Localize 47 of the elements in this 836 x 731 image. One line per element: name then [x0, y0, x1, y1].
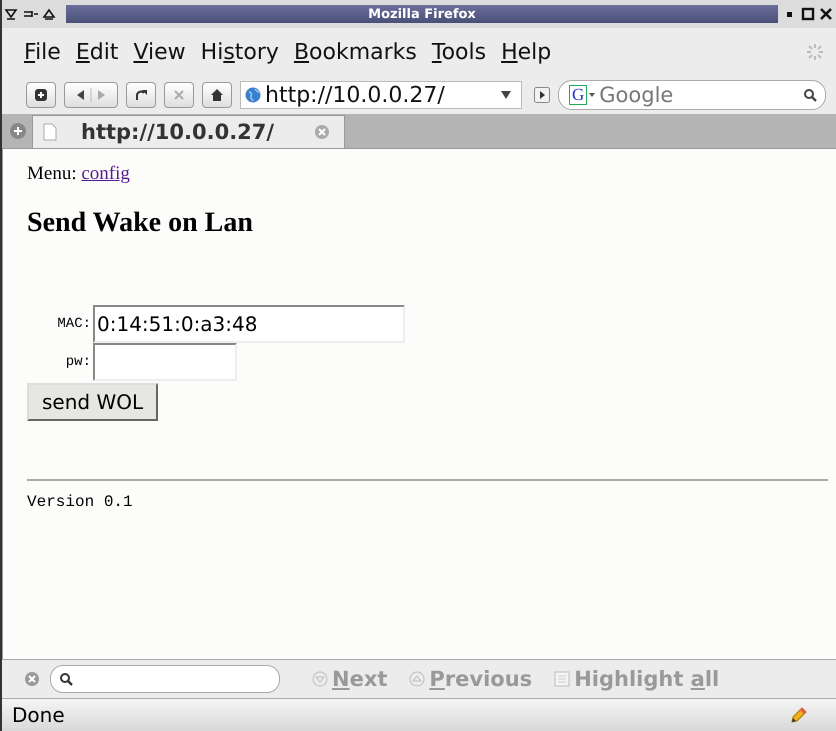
menu-item[interactable]: Bookmarks [294, 40, 417, 64]
address-field[interactable]: http://10.0.0.27/ [240, 81, 522, 109]
throbber-icon [806, 43, 824, 61]
browser-tab[interactable]: http://10.0.0.27/ [32, 115, 346, 148]
config-link[interactable]: config [81, 163, 130, 184]
search-box[interactable]: G Google [558, 80, 826, 110]
menu-item[interactable]: File [24, 40, 61, 64]
tab-title: http://10.0.0.27/ [81, 120, 274, 144]
home-button[interactable] [202, 82, 232, 108]
home-icon [210, 88, 224, 102]
new-tab-icon[interactable] [10, 123, 26, 139]
page-icon [43, 123, 57, 141]
send-button[interactable]: send WOL [27, 383, 158, 421]
search-icon[interactable] [803, 88, 817, 102]
menu-label: Menu: [27, 163, 77, 184]
dropdown-arrow-icon[interactable] [501, 91, 511, 99]
field-label: pw: [64, 354, 92, 370]
input-field[interactable]: 0:14:51:0:a3:48 [93, 305, 405, 343]
plus-icon [34, 88, 48, 102]
dropdown-arrow-icon[interactable] [589, 93, 596, 97]
back-forward-button[interactable] [64, 82, 118, 108]
window-title: Mozilla Firefox [368, 6, 476, 22]
search-engine-logo[interactable]: G [569, 85, 588, 105]
page-heading: Send Wake on Lan [27, 207, 254, 239]
reload-icon [134, 88, 148, 102]
menu-item[interactable]: Edit [76, 40, 118, 64]
stop-icon [172, 88, 186, 102]
checkbox-icon [554, 671, 570, 687]
globe-icon [245, 87, 261, 103]
menu-item[interactable]: Help [501, 40, 552, 64]
go-icon[interactable] [534, 87, 550, 103]
version-text: Version 0.1 [27, 493, 134, 511]
window-controls-icon[interactable] [784, 7, 834, 21]
input-field[interactable] [93, 343, 237, 381]
url-text: http://10.0.0.27/ [265, 82, 446, 108]
find-field[interactable] [50, 665, 280, 693]
field-label: MAC: [56, 316, 92, 332]
stop-button[interactable] [164, 82, 194, 108]
new-tab-button[interactable] [26, 82, 56, 108]
search-icon [59, 672, 73, 686]
reload-button[interactable] [126, 82, 156, 108]
menu-item[interactable]: History [200, 40, 279, 64]
status-text: Done [12, 703, 65, 727]
menu-item[interactable]: Tools [432, 40, 486, 64]
close-icon[interactable] [24, 671, 40, 687]
menu-item[interactable]: View [133, 40, 186, 64]
search-field[interactable]: Google [597, 82, 801, 108]
